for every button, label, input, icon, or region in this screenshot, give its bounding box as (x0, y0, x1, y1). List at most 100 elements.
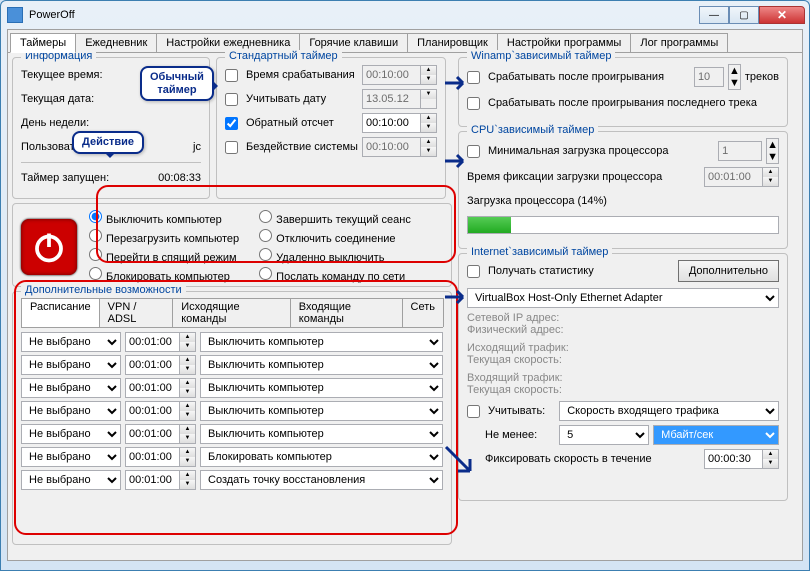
close-button[interactable]: ✕ (759, 6, 805, 24)
subtab-out-cmds[interactable]: Исходящие команды (172, 298, 291, 327)
arrow-3 (444, 288, 470, 306)
tab-log[interactable]: Лог программы (630, 33, 728, 52)
schedule-action-select[interactable]: Блокировать компьютер (200, 447, 443, 467)
arrow-4 (444, 445, 484, 485)
cpu-progressbar (467, 216, 779, 234)
label-winamp-after-play: Срабатывать после проигрывания (488, 71, 664, 83)
group-cpu: CPU`зависимый таймер Минимальная загрузк… (458, 131, 788, 249)
radio-shutdown[interactable]: Выключить компьютер (89, 210, 239, 226)
schedule-action-select[interactable]: Выключить компьютер (200, 424, 443, 444)
group-extra-title: Дополнительные возможности (21, 284, 186, 296)
label-cpu-load: Загрузка процессора (14%) (467, 195, 607, 207)
group-std-timer-title: Стандартный таймер (225, 50, 342, 62)
tab-timers[interactable]: Таймеры (10, 33, 76, 53)
schedule-time-input[interactable] (125, 447, 179, 467)
label-day-of-week: День недели: (21, 117, 89, 129)
schedule-time-input[interactable] (125, 332, 179, 352)
group-winamp: Winamp`зависимый таймер Срабатывать посл… (458, 57, 788, 127)
input-idle[interactable] (362, 137, 420, 157)
label-idle: Бездействие системы (246, 141, 358, 153)
radio-sleep[interactable]: Перейти в спящий режим (89, 248, 239, 264)
schedule-day-select[interactable]: Не выбрано (21, 378, 121, 398)
schedule-time-input[interactable] (125, 378, 179, 398)
schedule-day-select[interactable]: Не выбрано (21, 332, 121, 352)
at-least-select[interactable]: 5 (559, 425, 649, 445)
label-current-time: Текущее время: (21, 69, 103, 81)
subtab-vpn[interactable]: VPN / ADSL (99, 298, 174, 327)
group-internet: Internet`зависимый таймер Получать стати… (458, 253, 788, 501)
input-cpu-minload[interactable] (718, 141, 762, 161)
schedule-row: Не выбрано ▲▼ Выключить компьютер (21, 355, 443, 375)
unit-select[interactable]: Мбайт/сек (653, 425, 779, 445)
chk-trigger-time[interactable] (225, 69, 238, 82)
schedule-action-select[interactable]: Выключить компьютер (200, 401, 443, 421)
schedule-action-select[interactable]: Создать точку восстановления (200, 470, 443, 490)
arrow-1 (444, 74, 470, 92)
label-timer-running: Таймер запущен: (21, 172, 109, 184)
minimize-button[interactable]: — (699, 6, 729, 24)
input-tracks[interactable] (694, 67, 724, 87)
input-trigger-time[interactable] (362, 65, 420, 85)
callout-action: Действие (72, 131, 144, 154)
subtab-in-cmds[interactable]: Входящие команды (290, 298, 403, 327)
label-at-least: Не менее: (485, 429, 537, 441)
consider-select[interactable]: Скорость входящего трафика (559, 401, 779, 421)
label-use-date: Учитывать дату (246, 93, 326, 105)
schedule-time-input[interactable] (125, 401, 179, 421)
schedule-day-select[interactable]: Не выбрано (21, 355, 121, 375)
label-tracks: треков (745, 71, 779, 83)
subtab-schedule[interactable]: Расписание (21, 298, 100, 327)
radio-net-command[interactable]: Послать команду по сети (259, 267, 411, 283)
subtabs: Расписание VPN / ADSL Исходящие команды … (21, 298, 443, 328)
input-date[interactable] (362, 89, 420, 109)
schedule-day-select[interactable]: Не выбрано (21, 470, 121, 490)
radio-lock[interactable]: Блокировать компьютер (89, 267, 239, 283)
chk-consider[interactable] (467, 405, 480, 418)
chk-countdown[interactable] (225, 117, 238, 130)
label-net-ip: Сетевой IP адрес: (467, 312, 779, 324)
label-winamp-after-last: Срабатывать после проигрывания последнег… (488, 97, 757, 109)
group-extra: Дополнительные возможности Расписание VP… (12, 291, 452, 545)
schedule-time-input[interactable] (125, 470, 179, 490)
label-in-traffic: Входящий трафик: (467, 372, 779, 384)
chk-idle[interactable] (225, 141, 238, 154)
adapter-select[interactable]: VirtualBox Host-Only Ethernet Adapter (467, 288, 779, 308)
label-consider: Учитывать: (488, 405, 545, 417)
radio-reboot[interactable]: Перезагрузить компьютер (89, 229, 239, 245)
titlebar: PowerOff — ▢ ✕ (1, 1, 809, 29)
label-cpu-fixtime: Время фиксации загрузки процессора (467, 171, 662, 183)
schedule-time-input[interactable] (125, 355, 179, 375)
window-title: PowerOff (29, 9, 699, 21)
radio-disconnect[interactable]: Отключить соединение (259, 229, 411, 245)
schedule-day-select[interactable]: Не выбрано (21, 424, 121, 444)
schedule-row: Не выбрано ▲▼ Выключить компьютер (21, 332, 443, 352)
schedule-day-select[interactable]: Не выбрано (21, 401, 121, 421)
input-fix-speed[interactable] (704, 449, 762, 469)
chk-get-stats[interactable] (467, 265, 480, 278)
chk-winamp-after-last[interactable] (467, 97, 480, 110)
label-cpu-minload: Минимальная загрузка процессора (488, 145, 668, 157)
subtab-network[interactable]: Сеть (402, 298, 444, 327)
schedule-action-select[interactable]: Выключить компьютер (200, 355, 443, 375)
spin-down[interactable]: ▼ (421, 75, 436, 84)
schedule-action-select[interactable]: Выключить компьютер (200, 378, 443, 398)
schedule-time-input[interactable] (125, 424, 179, 444)
label-trigger-time: Время срабатывания (246, 69, 355, 81)
more-button[interactable]: Дополнительно (678, 260, 779, 282)
radio-remote-off[interactable]: Удаленно выключить (259, 248, 411, 264)
chk-use-date[interactable] (225, 93, 238, 106)
main-tabs: Таймеры Ежедневник Настройки ежедневника… (8, 30, 802, 53)
spin-up[interactable]: ▲ (421, 66, 436, 75)
schedule-action-select[interactable]: Выключить компьютер (200, 332, 443, 352)
maximize-button[interactable]: ▢ (729, 6, 759, 24)
input-cpu-fixtime[interactable] (704, 167, 762, 187)
label-current-date: Текущая дата: (21, 93, 94, 105)
input-countdown[interactable] (362, 113, 420, 133)
schedule-row: Не выбрано ▲▼ Выключить компьютер (21, 378, 443, 398)
schedule-row: Не выбрано ▲▼ Блокировать компьютер (21, 447, 443, 467)
label-phys-addr: Физический адрес: (467, 324, 779, 336)
schedule-list: Не выбрано ▲▼ Выключить компьютерНе выбр… (21, 332, 443, 490)
schedule-day-select[interactable]: Не выбрано (21, 447, 121, 467)
radio-logoff[interactable]: Завершить текущий сеанс (259, 210, 411, 226)
arrow-2 (444, 152, 470, 170)
